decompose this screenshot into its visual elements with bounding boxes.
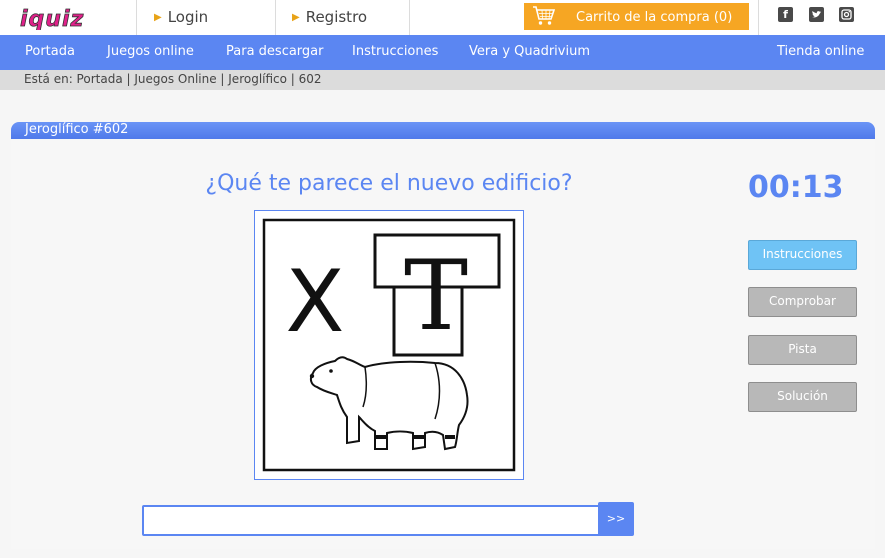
main-nav: Portada Juegos online Para descargar Ins… [0,35,885,70]
hieroglyph-illustration: X T [262,218,516,472]
nav-item-juegos-online[interactable]: Juegos online [107,44,194,59]
submit-button[interactable]: >> [598,502,634,536]
cart-label: Carrito de la compra (0) [576,10,733,25]
timer: 00:13 [748,170,844,205]
breadcrumb: Está en: Portada | Juegos Online | Jerog… [24,72,322,86]
hieroglyph-letter-t: T [404,240,468,352]
bear-icon [309,356,469,451]
puzzle-title-bar: Jeroglífico #602 [11,122,875,139]
cart-icon [533,6,556,25]
instagram-icon[interactable] [839,7,854,22]
answer-input[interactable] [142,505,604,536]
register-label: Registro [305,8,368,26]
divider [409,0,410,35]
instructions-button[interactable]: Instrucciones [748,240,857,270]
top-bar: iquiz ▶ Login ▶ Registro Carrito de la com… [0,0,885,35]
chevron-right-icon: ▶ [292,12,300,23]
nav-item-instrucciones[interactable]: Instrucciones [352,44,438,59]
puzzle-image: X T [254,210,524,480]
check-button[interactable]: Comprobar [748,287,857,317]
facebook-icon[interactable]: f [778,7,793,22]
logo-text: iquiz [20,7,84,30]
chevron-right-icon: ▶ [154,12,162,23]
puzzle-question: ¿Qué te parece el nuevo edificio? [205,171,573,196]
login-label: Login [167,8,209,26]
iquiz-logo[interactable]: iquiz [18,6,116,30]
divider [136,0,137,35]
nav-item-vera-y-quadrivium[interactable]: Vera y Quadrivium [469,44,590,59]
twitter-icon[interactable] [809,7,824,22]
nav-item-tienda-online[interactable]: Tienda online [777,44,864,59]
cart-button[interactable]: Carrito de la compra (0) [524,3,749,30]
breadcrumb-bar: Está en: Portada | Juegos Online | Jerog… [0,70,885,90]
hieroglyph-letter-x: X [286,252,345,352]
hint-button[interactable]: Pista [748,335,857,365]
nav-item-para-descargar[interactable]: Para descargar [226,44,323,59]
divider [758,0,759,35]
solution-button[interactable]: Solución [748,382,857,412]
divider [275,0,276,35]
puzzle-title: Jeroglífico #602 [25,122,129,137]
register-link[interactable]: ▶ Registro [292,8,367,26]
login-link[interactable]: ▶ Login [154,8,208,26]
nav-item-portada[interactable]: Portada [25,44,75,59]
